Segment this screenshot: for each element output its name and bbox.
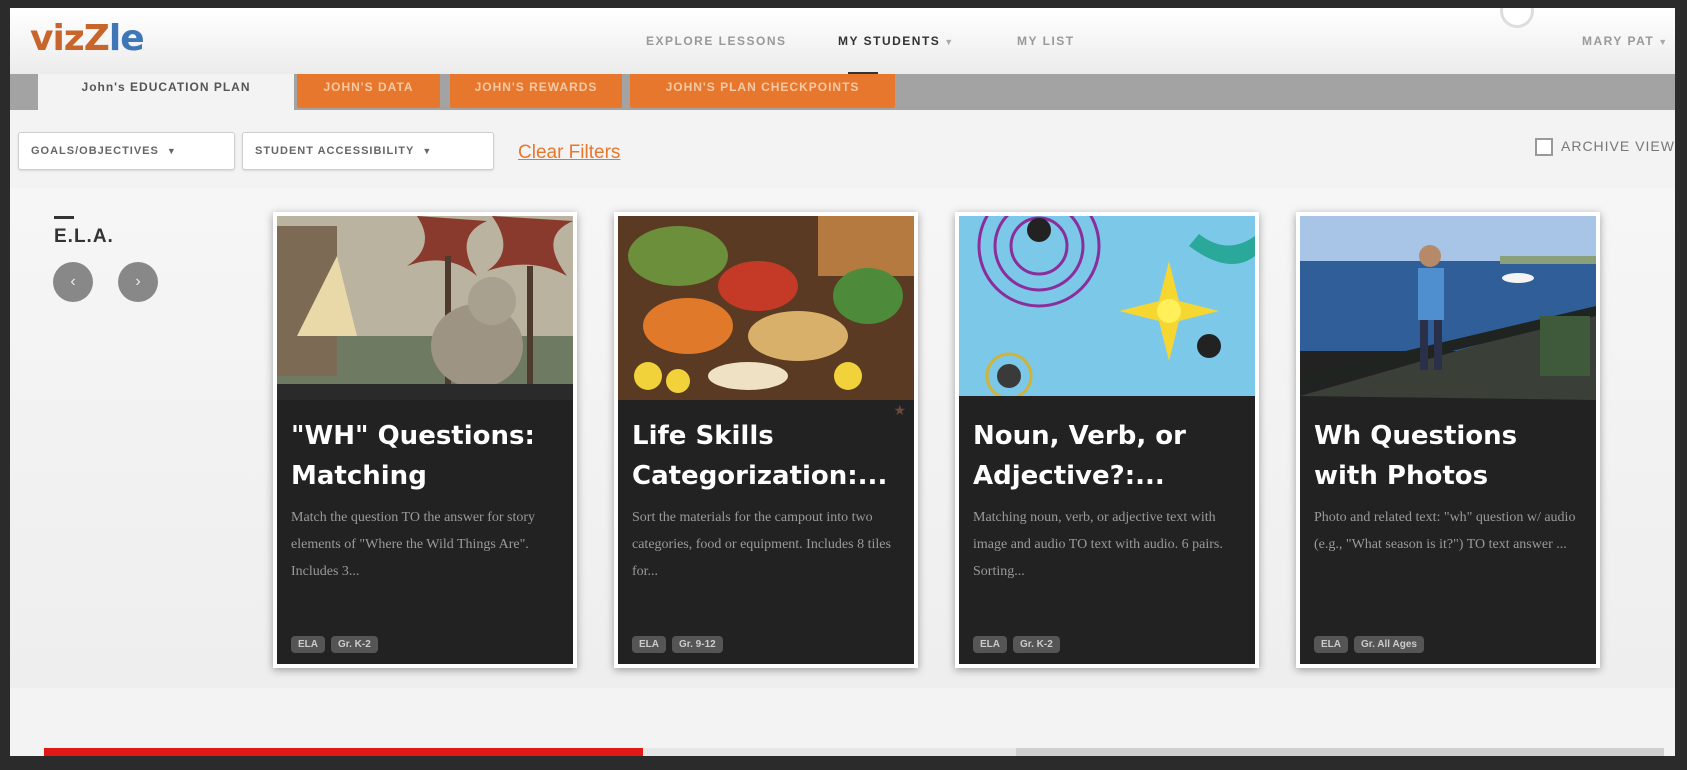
app-window: vizZle EXPLORE LESSONS MY STUDENTS ▼ MY L… — [10, 8, 1675, 756]
lesson-tags: ELA Gr. K-2 — [973, 634, 1066, 653]
video-progress-fill — [44, 748, 644, 756]
lesson-thumbnail — [1300, 216, 1596, 400]
lesson-description: Sort the materials for the campout into … — [632, 510, 891, 579]
grade-tag: Gr. 9-12 — [672, 636, 723, 653]
subject-tag: ELA — [291, 636, 325, 653]
tab-plan-checkpoints[interactable]: JOHN'S PLAN CHECKPOINTS — [630, 74, 895, 108]
lesson-description: Match the question TO the answer for sto… — [291, 510, 536, 579]
lesson-description: Photo and related text: "wh" question w/… — [1314, 510, 1576, 552]
lesson-title: Wh Questions with Photos — [1314, 421, 1518, 491]
lesson-carousel: E.L.A. ‹ › "WH" Questions: Matching Matc… — [10, 188, 1675, 688]
user-menu[interactable]: MARY PAT ▼ — [1582, 34, 1669, 48]
nav-my-list[interactable]: MY LIST — [1017, 34, 1075, 48]
lesson-tags: ELA Gr. 9-12 — [632, 634, 729, 653]
subject-divider — [54, 216, 74, 219]
student-accessibility-dropdown[interactable]: STUDENT ACCESSIBILITY ▼ — [242, 132, 494, 170]
student-accessibility-label: STUDENT ACCESSIBILITY — [255, 145, 415, 157]
nav-explore-lessons[interactable]: EXPLORE LESSONS — [646, 34, 787, 48]
lesson-card[interactable]: Noun, Verb, or Adjective?:... Matching n… — [955, 212, 1259, 668]
grade-tag: Gr. K-2 — [1013, 636, 1060, 653]
lesson-thumbnail — [959, 216, 1255, 400]
user-name: MARY PAT — [1582, 34, 1655, 48]
top-navigation: vizZle EXPLORE LESSONS MY STUDENTS ▼ MY L… — [10, 8, 1675, 75]
subject-tag: ELA — [973, 636, 1007, 653]
lesson-card[interactable]: "WH" Questions: Matching Match the quest… — [273, 212, 577, 668]
lesson-tags: ELA Gr. K-2 — [291, 634, 384, 653]
lesson-title: Life Skills Categorization:... — [632, 421, 888, 491]
lesson-card[interactable]: Wh Questions with Photos Photo and relat… — [1296, 212, 1600, 668]
nav-my-students[interactable]: MY STUDENTS ▼ — [838, 34, 955, 48]
subject-tag: ELA — [632, 636, 666, 653]
lesson-description: Matching noun, verb, or adjective text w… — [973, 510, 1223, 579]
lesson-title: Noun, Verb, or Adjective?:... — [973, 421, 1186, 491]
lesson-tags: ELA Gr. All Ages — [1314, 634, 1430, 653]
lesson-thumbnail — [618, 216, 914, 400]
chevron-right-icon: › — [135, 273, 141, 290]
student-tabs: John's EDUCATION PLAN JOHN'S DATA JOHN'S… — [10, 74, 1675, 110]
archive-view-label: ARCHIVE VIEW — [1561, 138, 1675, 154]
grade-tag: Gr. K-2 — [331, 636, 378, 653]
avatar[interactable] — [1500, 8, 1534, 28]
carousel-prev-button[interactable]: ‹ — [53, 262, 93, 302]
subject-tag: ELA — [1314, 636, 1348, 653]
clear-filters-link[interactable]: Clear Filters — [518, 142, 620, 164]
subject-label: E.L.A. — [54, 226, 114, 247]
archive-view-checkbox[interactable] — [1535, 138, 1553, 157]
grade-tag: Gr. All Ages — [1354, 636, 1424, 653]
tab-rewards[interactable]: JOHN'S REWARDS — [450, 74, 622, 108]
logo-text-part1: vizZ — [30, 18, 110, 59]
chevron-down-icon: ▼ — [422, 146, 433, 156]
vizzle-logo[interactable]: vizZle — [30, 18, 145, 59]
lesson-thumbnail — [277, 216, 573, 400]
tab-data[interactable]: JOHN'S DATA — [297, 74, 440, 108]
chevron-down-icon: ▼ — [1658, 37, 1669, 47]
nav-my-students-label: MY STUDENTS — [838, 34, 941, 48]
lesson-card[interactable]: ★ Life Skills Categorization:... Sort th… — [614, 212, 918, 668]
goals-objectives-label: GOALS/OBJECTIVES — [31, 145, 159, 157]
chevron-down-icon: ▼ — [166, 146, 177, 156]
video-progress-bar[interactable] — [44, 748, 1664, 756]
logo-text-part2: le — [108, 18, 145, 59]
archive-view-toggle[interactable]: ARCHIVE VIEW — [1535, 138, 1675, 157]
tab-education-plan[interactable]: John's EDUCATION PLAN — [38, 74, 294, 110]
goals-objectives-dropdown[interactable]: GOALS/OBJECTIVES ▼ — [18, 132, 235, 170]
lesson-title: "WH" Questions: Matching — [291, 421, 535, 491]
chevron-down-icon: ▼ — [944, 37, 955, 47]
carousel-next-button[interactable]: › — [118, 262, 158, 302]
chevron-left-icon: ‹ — [70, 273, 76, 290]
